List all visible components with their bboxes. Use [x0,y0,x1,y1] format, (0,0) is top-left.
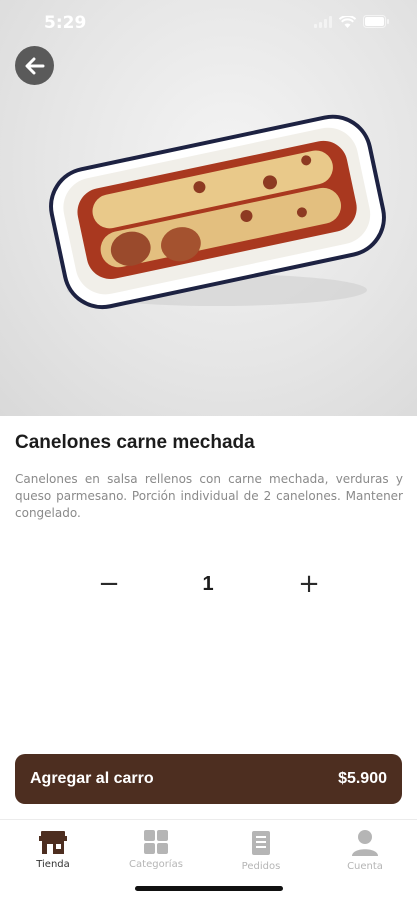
tab-pedidos[interactable]: Pedidos [221,830,301,872]
home-indicator [135,886,283,891]
dish-illustration [49,114,386,310]
tab-label: Cuenta [347,861,383,872]
tab-tienda[interactable]: Tienda [13,830,93,870]
status-time: 5:29 [44,13,87,33]
signal-icon [314,15,332,28]
plus-icon: + [298,569,320,599]
add-to-cart-button[interactable]: Agregar al carro $5.900 [15,754,402,804]
tab-label: Pedidos [241,861,281,872]
tab-categorias[interactable]: Categorías [116,830,196,870]
product-image: 5:29 [0,0,417,416]
grid-icon [144,830,168,854]
store-icon [39,831,67,854]
tab-cuenta[interactable]: Cuenta [325,830,405,872]
back-button[interactable] [15,46,54,85]
tab-label: Tienda [36,859,70,870]
product-description: Canelones en salsa rellenos con carne me… [15,472,403,520]
battery-icon [363,15,389,28]
price-label: $5.900 [338,770,387,787]
arrow-left-icon [25,57,44,74]
product-title: Canelones carne mechada [15,432,255,453]
status-icons [314,15,389,28]
tab-label: Categorías [129,859,183,870]
quantity-value: 1 [202,573,214,595]
receipt-icon [252,831,270,855]
minus-icon: − [98,569,120,599]
increase-quantity-button[interactable]: + [289,568,329,600]
add-to-cart-label: Agregar al carro [30,770,154,787]
user-icon [352,830,378,856]
status-bar: 5:29 [0,0,417,44]
wifi-icon [339,15,356,28]
decrease-quantity-button[interactable]: − [89,568,129,600]
